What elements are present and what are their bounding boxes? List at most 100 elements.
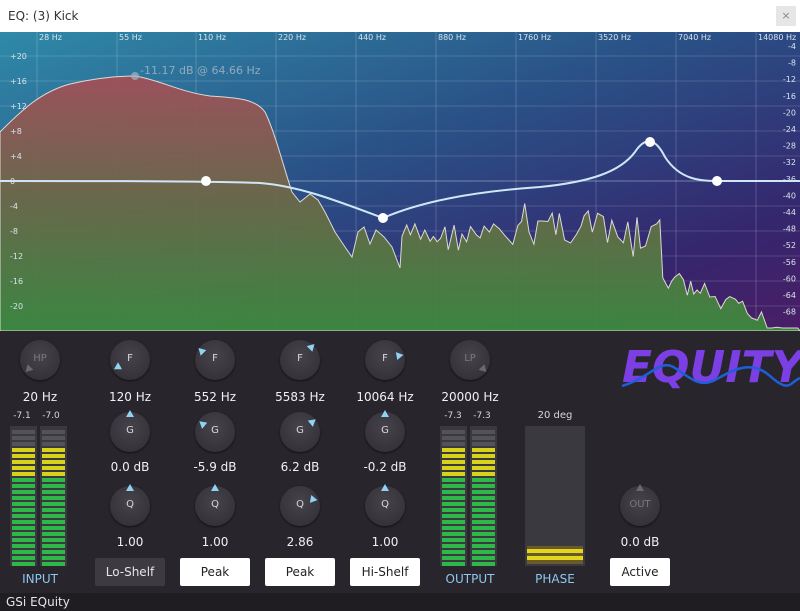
meter-segment — [472, 538, 495, 542]
lp-knob[interactable]: LP — [450, 340, 490, 380]
input-meter-left-value: -7.1 — [13, 411, 31, 421]
meter-segment — [42, 532, 65, 536]
output-label: OUTPUT — [445, 572, 495, 586]
phase-slider[interactable] — [525, 426, 585, 566]
band-3-node[interactable] — [645, 137, 655, 147]
meter-segment — [42, 502, 65, 506]
out-knob[interactable]: OUT — [620, 484, 660, 526]
band-2-node[interactable] — [378, 213, 388, 223]
meter-segment — [472, 436, 495, 440]
lp-knob-label: LP — [464, 353, 476, 364]
meter-segment — [472, 526, 495, 530]
band-4-freq-knob[interactable]: F — [365, 340, 405, 380]
band-3-freq-knob-label: F — [297, 353, 303, 364]
band-2-freq-knob[interactable]: F — [195, 340, 235, 380]
meter-segment — [12, 478, 35, 482]
db-labels-right: -4 -8 -12 -16 -20 -24 -28 -32 -36 -40 -44 -48 -52 -56… — [783, 42, 796, 317]
meter-segment — [442, 520, 465, 524]
db-label-right: -40 — [783, 191, 796, 200]
band-4-freq-knob-label: F — [382, 353, 388, 364]
db-label-left: -20 — [10, 302, 23, 311]
band-2-gain-knob-label: G — [211, 425, 219, 436]
close-button[interactable]: × — [776, 6, 796, 26]
meter-segment — [42, 544, 65, 548]
band-3-gain-knob[interactable]: G — [280, 412, 320, 452]
meter-segment — [12, 562, 35, 566]
meter-segment — [442, 514, 465, 518]
band-2-type-button[interactable]: Peak — [180, 558, 250, 586]
db-label-left: +20 — [10, 52, 27, 61]
db-label-left: -4 — [10, 202, 18, 211]
input-label: INPUT — [22, 572, 58, 586]
frequency-label: 110 Hz — [198, 33, 226, 42]
meter-segment — [42, 460, 65, 464]
band-1-gain-knob[interactable]: G — [110, 410, 150, 452]
phase-label: PHASE — [535, 572, 575, 586]
band-1-q-knob[interactable]: Q — [110, 484, 150, 526]
band-4-gain-knob[interactable]: G — [365, 410, 405, 452]
meter-segment — [42, 496, 65, 500]
band-3-type-button[interactable]: Peak — [265, 558, 335, 586]
db-label-right: -60 — [783, 274, 796, 283]
band-3-freq-knob[interactable]: F — [280, 340, 320, 380]
meter-segment — [12, 544, 35, 548]
meter-segment — [472, 562, 495, 566]
band-2-gain-value: -5.9 dB — [193, 460, 237, 474]
input-meter-right — [40, 426, 67, 566]
band-4-q-knob[interactable]: Q — [365, 484, 405, 526]
meter-segment — [12, 556, 35, 560]
active-button[interactable]: Active — [610, 558, 670, 586]
band-1-gain-pointer-icon — [126, 410, 134, 417]
meter-segment — [442, 496, 465, 500]
band-1-freq-knob[interactable]: F — [110, 340, 150, 380]
meter-segment — [442, 466, 465, 470]
band-1-gain-value: 0.0 dB — [110, 460, 150, 474]
db-label-left: -12 — [10, 252, 23, 261]
eq-graph[interactable]: -11.17 dB @ 64.66 Hz 28 Hz 55 Hz 110 Hz 220… — [0, 32, 800, 331]
input-meter-right-value: -7.0 — [42, 411, 60, 421]
phase-slider-bar — [527, 556, 583, 560]
meter-segment — [442, 448, 465, 452]
meter-segment — [12, 550, 35, 554]
meter-segment — [472, 478, 495, 482]
db-label-left: +4 — [10, 152, 22, 161]
db-label-right: -64 — [783, 291, 796, 300]
band-1-type-button[interactable]: Lo-Shelf — [95, 558, 165, 586]
meter-segment — [12, 460, 35, 464]
db-label-right: -28 — [783, 142, 796, 151]
meter-segment — [12, 484, 35, 488]
band-2-gain-knob[interactable]: G — [195, 412, 235, 452]
meter-segment — [442, 442, 465, 446]
meter-segment — [12, 520, 35, 524]
meter-segment — [12, 532, 35, 536]
meter-segment — [472, 448, 495, 452]
window-title: EQ: (3) Kick — [8, 9, 79, 23]
meter-segment — [42, 442, 65, 446]
meter-segment — [442, 454, 465, 458]
meter-segment — [442, 538, 465, 542]
band-1-q-pointer-icon — [126, 484, 134, 491]
band-2-q-knob[interactable]: Q — [195, 484, 235, 526]
band-4-type-button[interactable]: Hi-Shelf — [350, 558, 420, 586]
meter-segment — [472, 442, 495, 446]
meter-segment — [442, 484, 465, 488]
meter-segment — [472, 460, 495, 464]
meter-segment — [442, 556, 465, 560]
meter-segment — [472, 502, 495, 506]
db-label-right: -16 — [783, 92, 796, 101]
hp-knob[interactable]: HP — [20, 340, 60, 380]
band-3-gain-knob-label: G — [296, 425, 304, 436]
meter-segment — [472, 490, 495, 494]
hp-knob-label: HP — [33, 353, 47, 364]
band-3-freq-value: 5583 Hz — [275, 390, 325, 404]
frequency-label: 880 Hz — [438, 33, 466, 42]
band-1-node[interactable] — [201, 176, 211, 186]
output-meter-right-value: -7.3 — [473, 411, 491, 421]
output-meter-right — [470, 426, 497, 566]
band-4-node[interactable] — [712, 176, 722, 186]
meter-segment — [12, 514, 35, 518]
db-label-right: -8 — [788, 59, 796, 68]
meter-segment — [442, 508, 465, 512]
eq-graph-canvas[interactable]: -11.17 dB @ 64.66 Hz 28 Hz 55 Hz 110 Hz 220… — [0, 32, 800, 331]
band-3-q-knob[interactable]: Q — [280, 486, 320, 526]
